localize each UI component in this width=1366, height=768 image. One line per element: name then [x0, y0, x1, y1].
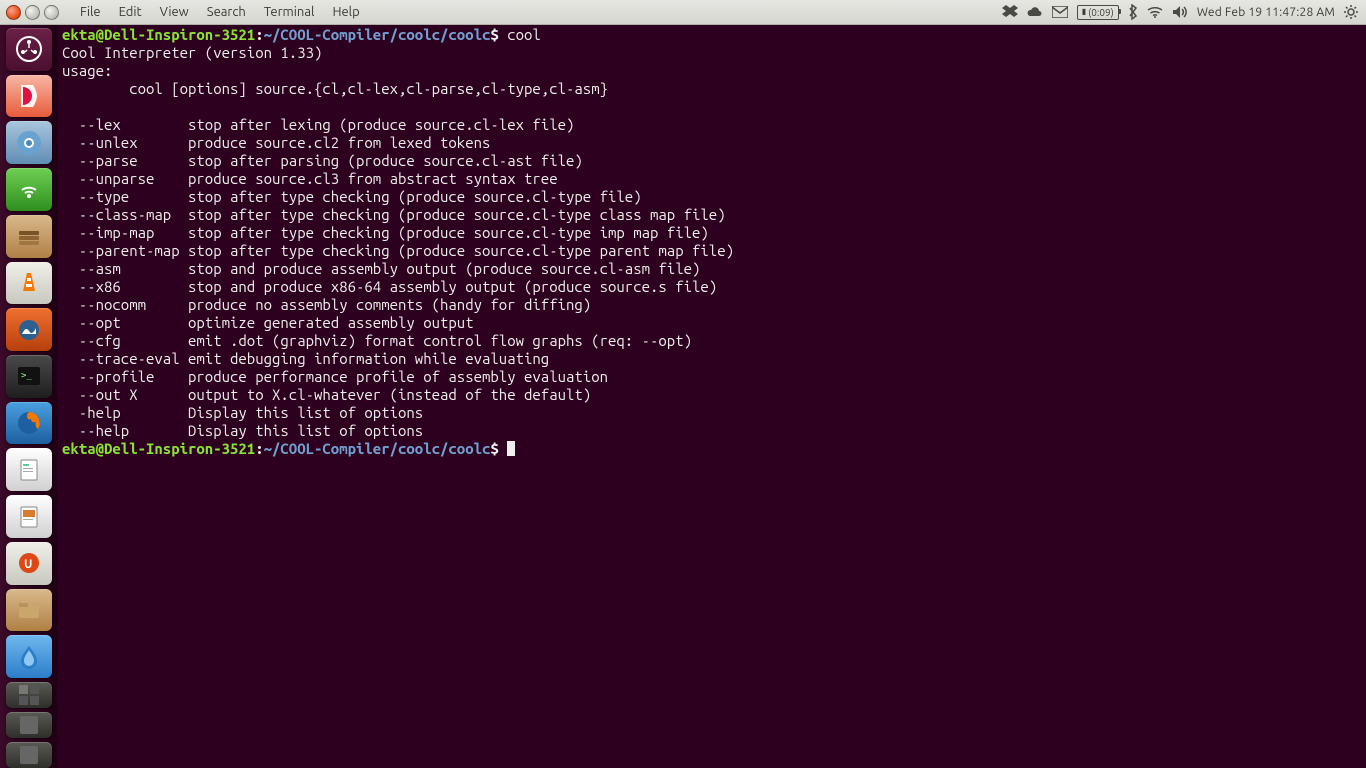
prompt-path: ~/COOL-Compiler/coolc/coolc: [264, 440, 491, 457]
svg-text:>_: >_: [21, 371, 32, 381]
window-controls: [0, 5, 65, 20]
option-row: --asm stop and produce assembly output (…: [62, 260, 700, 277]
launcher-extra2[interactable]: [6, 742, 52, 768]
launcher-deluge[interactable]: [6, 635, 52, 678]
entered-command: cool: [507, 26, 541, 43]
system-tray: ▮(0:09) Wed Feb 19 11:47:28 AM: [1002, 4, 1366, 20]
option-row: --unparse produce source.cl3 from abstra…: [62, 170, 558, 187]
launcher-impress[interactable]: [6, 495, 52, 538]
menubar: File Edit View Search Terminal Help ▮(0:…: [0, 0, 1366, 25]
launcher-evince[interactable]: [6, 75, 52, 118]
mail-icon[interactable]: [1052, 6, 1068, 18]
maximize-icon[interactable]: [44, 5, 59, 20]
option-row: --type stop after type checking (produce…: [62, 188, 642, 205]
menu-file[interactable]: File: [71, 5, 110, 19]
launcher-nautilus2[interactable]: [6, 589, 52, 632]
output-usage-label: usage:: [62, 62, 112, 79]
option-row: --parent-map stop after type checking (p…: [62, 242, 734, 259]
option-row: --nocomm produce no assembly comments (h…: [62, 296, 591, 313]
battery-indicator[interactable]: ▮(0:09): [1077, 5, 1119, 20]
cloud-icon[interactable]: [1027, 6, 1043, 18]
launcher-terminal[interactable]: >_: [6, 355, 52, 398]
prompt-user: ekta@Dell-Inspiron-3521: [62, 440, 255, 457]
unity-launcher: >_ U: [0, 24, 58, 768]
launcher-workspace[interactable]: [6, 682, 52, 708]
option-row: --parse stop after parsing (produce sour…: [62, 152, 583, 169]
close-icon[interactable]: [6, 5, 21, 20]
option-row: --class-map stop after type checking (pr…: [62, 206, 726, 223]
launcher-firefox[interactable]: [6, 402, 52, 445]
menu-terminal[interactable]: Terminal: [255, 5, 324, 19]
terminal[interactable]: ekta@Dell-Inspiron-3521:~/COOL-Compiler/…: [58, 24, 1366, 768]
prompt-dollar: $: [490, 26, 507, 43]
output-header: Cool Interpreter (version 1.33): [62, 44, 322, 61]
launcher-extra1[interactable]: [6, 712, 52, 738]
option-row: --trace-eval emit debugging information …: [62, 350, 549, 367]
bluetooth-icon[interactable]: [1128, 4, 1138, 20]
prompt-colon: :: [255, 440, 263, 457]
launcher-vlc[interactable]: [6, 262, 52, 305]
launcher-dash[interactable]: [6, 28, 52, 71]
menu-help[interactable]: Help: [323, 5, 368, 19]
option-row: --lex stop after lexing (produce source.…: [62, 116, 574, 133]
launcher-amarok[interactable]: [6, 308, 52, 351]
option-row: --help Display this list of options: [62, 422, 423, 439]
option-row: -help Display this list of options: [62, 404, 423, 421]
option-row: --unlex produce source.cl2 from lexed to…: [62, 134, 490, 151]
launcher-ubuntuone[interactable]: U: [6, 542, 52, 585]
prompt-user: ekta@Dell-Inspiron-3521: [62, 26, 255, 43]
option-row: --opt optimize generated assembly output: [62, 314, 474, 331]
wifi-icon[interactable]: [1147, 6, 1163, 18]
app-menus: File Edit View Search Terminal Help: [71, 5, 369, 19]
menu-search[interactable]: Search: [198, 5, 255, 19]
option-row: --imp-map stop after type checking (prod…: [62, 224, 709, 241]
prompt-path: ~/COOL-Compiler/coolc/coolc: [264, 26, 491, 43]
clock[interactable]: Wed Feb 19 11:47:28 AM: [1197, 6, 1335, 19]
option-row: --x86 stop and produce x86-64 assembly o…: [62, 278, 717, 295]
gear-icon[interactable]: [1344, 5, 1358, 19]
launcher-libreoffice[interactable]: [6, 448, 52, 491]
dropbox-icon[interactable]: [1002, 5, 1018, 19]
menu-edit[interactable]: Edit: [110, 5, 151, 19]
svg-text:U: U: [24, 558, 32, 571]
battery-time: (0:09): [1088, 7, 1114, 18]
cursor: [507, 441, 515, 456]
menu-view[interactable]: View: [151, 5, 198, 19]
option-row: --profile produce performance profile of…: [62, 368, 608, 385]
option-row: --cfg emit .dot (graphviz) format contro…: [62, 332, 692, 349]
launcher-network[interactable]: [6, 168, 52, 211]
prompt-colon: :: [255, 26, 263, 43]
volume-icon[interactable]: [1172, 5, 1188, 19]
output-usage-line: cool [options] source.{cl,cl-lex,cl-pars…: [62, 80, 608, 97]
minimize-icon[interactable]: [25, 5, 40, 20]
launcher-files[interactable]: [6, 215, 52, 258]
launcher-chromium[interactable]: [6, 121, 52, 164]
option-row: --out X output to X.cl-whatever (instead…: [62, 386, 591, 403]
prompt-dollar: $: [490, 440, 507, 457]
